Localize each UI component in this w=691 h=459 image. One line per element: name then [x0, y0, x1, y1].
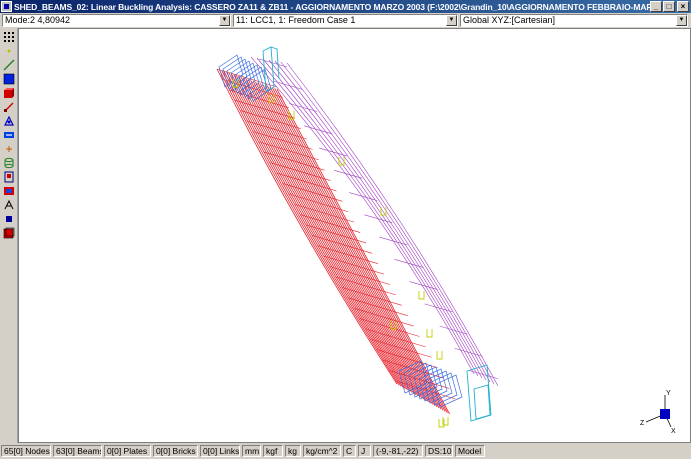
cylinder-icon[interactable] — [3, 157, 15, 169]
maximize-button[interactable]: □ — [663, 1, 675, 12]
selector-bar: Mode:2 4,80942 ▼ 11: LCC1, 1: Freedom Ca… — [0, 13, 691, 28]
grid-icon[interactable] — [3, 31, 15, 43]
path-icon[interactable] — [3, 199, 15, 211]
model-viewport[interactable]: Y Z X — [18, 28, 691, 443]
status-nodes: 65[0] Nodes — [1, 445, 51, 457]
plate-icon[interactable] — [3, 73, 15, 85]
x-axis-label: X — [671, 428, 676, 435]
coordinate-system-select-value: Global XYZ:[Cartesian] — [463, 15, 556, 25]
close-button[interactable]: × — [677, 1, 689, 12]
window-title: SHED_BEAMS_02: Linear Buckling Analysis:… — [14, 1, 654, 12]
load-icon[interactable] — [3, 185, 15, 197]
status-mode: Model — [455, 445, 485, 457]
chevron-down-icon[interactable]: ▼ — [219, 15, 230, 26]
status-links: 0[0] Links — [200, 445, 240, 457]
status-view-angles: (-9,-81,-22) — [373, 445, 423, 457]
application-window: SHED_BEAMS_02: Linear Buckling Analysis:… — [0, 0, 691, 459]
status-unit-energy[interactable]: J — [358, 445, 371, 457]
load-case-select-value: 11: LCC1, 1: Freedom Case 1 — [236, 15, 356, 25]
cutting-plane-icon[interactable] — [3, 129, 15, 141]
status-plates: 0[0] Plates — [104, 445, 151, 457]
buckling-model-drawing — [216, 46, 499, 428]
link-icon[interactable] — [3, 101, 15, 113]
restraint-icon[interactable] — [3, 171, 15, 183]
model-wireframe — [216, 46, 499, 428]
status-bricks: 0[0] Bricks — [153, 445, 198, 457]
status-unit-length[interactable]: mm — [242, 445, 261, 457]
title-bar: SHED_BEAMS_02: Linear Buckling Analysis:… — [0, 0, 691, 13]
mode-select[interactable]: Mode:2 4,80942 ▼ — [2, 14, 231, 27]
status-unit-temp[interactable]: C — [343, 445, 356, 457]
app-icon[interactable] — [1, 1, 12, 12]
y-axis-label: Y — [666, 390, 671, 397]
status-bar: 65[0] Nodes 63[0] Beams 0[0] Plates 0[0]… — [0, 443, 691, 459]
brick-icon[interactable] — [3, 87, 15, 99]
status-ds: DS:10% — [425, 445, 453, 457]
coordinate-system-select[interactable]: Global XYZ:[Cartesian] ▼ — [460, 14, 688, 27]
status-unit-force[interactable]: kgf — [263, 445, 283, 457]
minimize-button[interactable]: _ — [650, 1, 662, 12]
left-toolbar — [0, 28, 18, 443]
triad-cube — [660, 409, 670, 419]
chevron-down-icon[interactable]: ▼ — [446, 15, 457, 26]
node-point-icon[interactable] — [3, 45, 15, 57]
load-case-select[interactable]: 11: LCC1, 1: Freedom Case 1 ▼ — [233, 14, 458, 27]
z-axis-label: Z — [640, 420, 645, 427]
status-unit-mass[interactable]: kg — [285, 445, 301, 457]
status-beams: 63[0] Beams — [53, 445, 102, 457]
beam-line-icon[interactable] — [3, 59, 15, 71]
axis-triad: Y Z X — [640, 390, 676, 435]
mode-select-value: Mode:2 4,80942 — [5, 15, 71, 25]
status-unit-stress[interactable]: kg/cm^2 — [303, 445, 341, 457]
group-icon[interactable] — [3, 227, 15, 239]
rigid-link-icon[interactable] — [3, 115, 15, 127]
chevron-down-icon[interactable]: ▼ — [676, 15, 687, 26]
vertex-icon[interactable] — [3, 143, 15, 155]
select-node-icon[interactable] — [3, 213, 15, 225]
